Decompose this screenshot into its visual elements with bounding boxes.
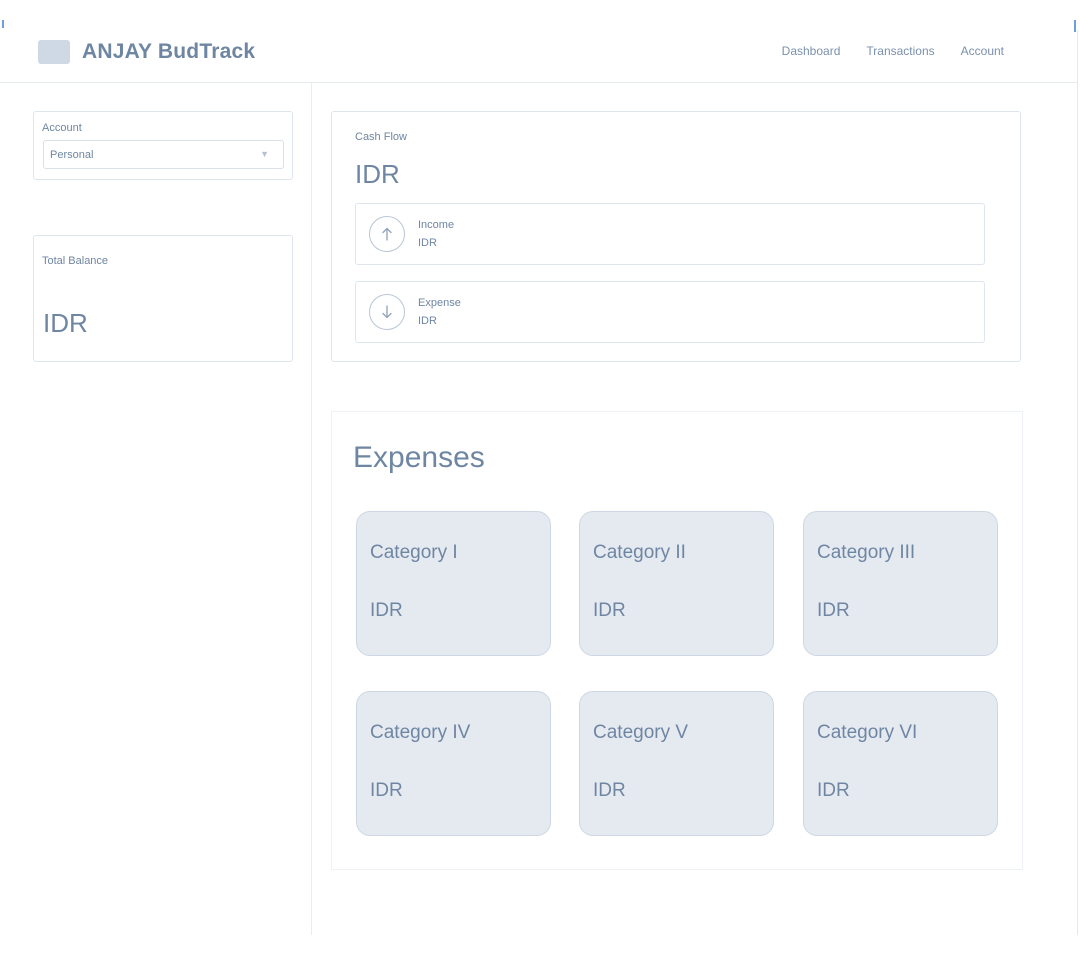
- total-balance-card: Total Balance IDR: [33, 235, 293, 362]
- dropdown-caret-icon: ▼: [260, 149, 269, 159]
- expenses-title: Expenses: [353, 441, 485, 474]
- top-header: ANJAY BudTrack Dashboard Transactions Ac…: [0, 0, 1078, 83]
- category-card[interactable]: Category II IDR: [579, 511, 774, 656]
- category-card[interactable]: Category VI IDR: [803, 691, 998, 836]
- top-nav: Dashboard Transactions Account: [782, 44, 1004, 58]
- category-card[interactable]: Category IV IDR: [356, 691, 551, 836]
- nav-account[interactable]: Account: [961, 44, 1004, 58]
- account-select[interactable]: Personal ▼: [43, 140, 284, 169]
- sidebar-divider: [311, 83, 312, 935]
- brand-title[interactable]: ANJAY BudTrack: [82, 40, 255, 64]
- category-card[interactable]: Category III IDR: [803, 511, 998, 656]
- expense-row[interactable]: Expense IDR: [355, 281, 985, 343]
- category-amount: IDR: [370, 780, 403, 801]
- category-amount: IDR: [593, 600, 626, 621]
- category-name: Category VI: [817, 722, 918, 743]
- category-amount: IDR: [370, 600, 403, 621]
- category-amount: IDR: [817, 600, 850, 621]
- category-name: Category III: [817, 542, 916, 563]
- arrow-up-icon: [369, 216, 405, 252]
- total-balance-value: IDR: [43, 308, 88, 338]
- expense-value: IDR: [418, 315, 437, 327]
- nav-dashboard[interactable]: Dashboard: [782, 44, 841, 58]
- arrow-down-icon: [369, 294, 405, 330]
- category-card[interactable]: Category I IDR: [356, 511, 551, 656]
- account-card: Account Personal ▼: [33, 111, 293, 180]
- cash-flow-value: IDR: [355, 159, 400, 189]
- category-name: Category II: [593, 542, 686, 563]
- nav-transactions[interactable]: Transactions: [866, 44, 934, 58]
- expense-label: Expense: [418, 297, 461, 309]
- income-value: IDR: [418, 237, 437, 249]
- cash-flow-label: Cash Flow: [355, 131, 407, 143]
- category-amount: IDR: [593, 780, 626, 801]
- account-label: Account: [42, 122, 82, 134]
- app-window: ANJAY BudTrack Dashboard Transactions Ac…: [0, 0, 1080, 957]
- category-name: Category V: [593, 722, 689, 743]
- income-row[interactable]: Income IDR: [355, 203, 985, 265]
- income-label: Income: [418, 219, 455, 231]
- category-name: Category IV: [370, 722, 471, 743]
- category-name: Category I: [370, 542, 458, 563]
- cash-flow-card: Cash Flow IDR Income IDR Expense IDR: [331, 111, 1021, 362]
- total-balance-label: Total Balance: [42, 255, 109, 267]
- account-select-value: Personal: [50, 149, 94, 161]
- expenses-panel: Expenses Category I IDR Category II IDR …: [331, 411, 1023, 870]
- frame-edge: [1077, 30, 1078, 935]
- logo-icon[interactable]: [38, 40, 70, 64]
- category-card[interactable]: Category V IDR: [579, 691, 774, 836]
- category-amount: IDR: [817, 780, 850, 801]
